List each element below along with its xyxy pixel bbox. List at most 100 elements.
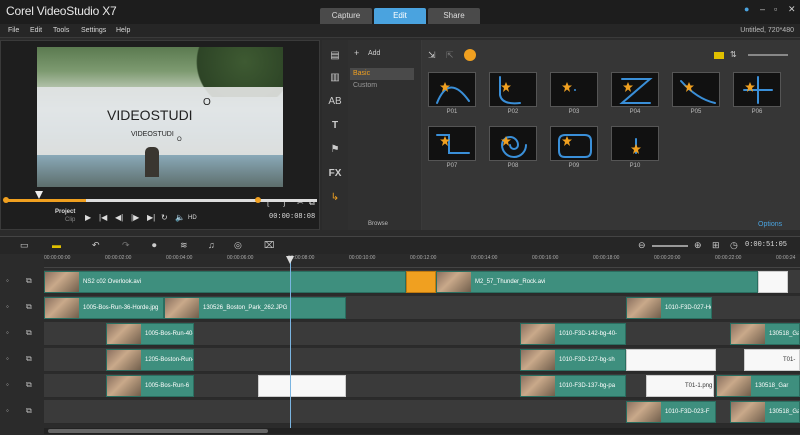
- view-icon[interactable]: [714, 52, 724, 59]
- thumbnail-p06[interactable]: [733, 72, 781, 107]
- volume-icon[interactable]: 🔈: [175, 213, 185, 222]
- minimize-icon[interactable]: –: [760, 4, 765, 14]
- home-icon[interactable]: |◀: [99, 213, 107, 222]
- auto-music-icon[interactable]: ♫: [208, 240, 215, 250]
- path-icon[interactable]: ↳: [327, 192, 343, 206]
- thumbnail-p09[interactable]: [550, 126, 598, 161]
- timeline-clip[interactable]: [406, 271, 436, 293]
- track-type-icon[interactable]: ⧉: [26, 380, 38, 390]
- options-button[interactable]: Options: [758, 221, 782, 228]
- media-icon[interactable]: ▤: [327, 50, 343, 64]
- timeline-track[interactable]: 1010-F3D-023-F 130518_Gar: [44, 400, 800, 424]
- track-visibility-icon[interactable]: ◦: [6, 302, 18, 312]
- timeline-clip[interactable]: T01-: [744, 349, 800, 371]
- timecode[interactable]: 00:00:08:08: [269, 213, 315, 221]
- timeline-clip[interactable]: 1010-F3D-142-bg-40-: [520, 323, 626, 345]
- timeline-track[interactable]: 1005-Bos-Run-36-Horde.jpg 130526_Boston_P…: [44, 296, 800, 320]
- prev-frame-icon[interactable]: ◀|: [115, 213, 123, 222]
- fit-icon[interactable]: ⊞: [712, 240, 720, 251]
- menu-file[interactable]: File: [8, 27, 19, 34]
- timeline-clip[interactable]: T01-1.png: [646, 375, 714, 397]
- title-icon[interactable]: T: [327, 120, 343, 134]
- add-icon[interactable]: +: [354, 48, 359, 58]
- timeline-clip[interactable]: [758, 271, 788, 293]
- repeat-icon[interactable]: ↻: [161, 213, 168, 222]
- motion-icon[interactable]: [464, 49, 476, 61]
- timeline-track[interactable]: 1005-Bos-Run-40- 1010-F3D-142-bg-40- 13051…: [44, 322, 800, 346]
- timeline-clip[interactable]: 1010-F3D-137-bg-pa: [520, 375, 626, 397]
- track-visibility-icon[interactable]: ◦: [6, 328, 18, 338]
- timeline-scrollbar[interactable]: [44, 428, 800, 434]
- thumb-size-slider[interactable]: [748, 54, 788, 56]
- clip-mode[interactable]: Clip: [65, 217, 75, 223]
- tab-capture[interactable]: Capture: [320, 8, 372, 24]
- timeline-clip[interactable]: 130518_Gar: [716, 375, 800, 397]
- menu-tools[interactable]: Tools: [53, 27, 69, 34]
- track-visibility-icon[interactable]: ◦: [6, 354, 18, 364]
- timeline-clip[interactable]: M2_57_Thunder_Rock.avi: [436, 271, 758, 293]
- menu-settings[interactable]: Settings: [81, 27, 106, 34]
- thumbnail-p01[interactable]: [428, 72, 476, 107]
- export-icon[interactable]: ⇱: [446, 50, 454, 61]
- graphic-icon[interactable]: ⚑: [327, 144, 343, 158]
- clock-icon[interactable]: ◷: [730, 240, 738, 251]
- audio-mixer-icon[interactable]: ≋: [180, 240, 188, 251]
- timeline-clip[interactable]: NS2 c02 Overlook.avi: [44, 271, 406, 293]
- menu-edit[interactable]: Edit: [30, 27, 42, 34]
- timeline-clip[interactable]: 1010-F3D-027-Hel: [626, 297, 712, 319]
- timeline-clip[interactable]: [626, 349, 716, 371]
- globe-icon[interactable]: ●: [744, 4, 749, 14]
- browse-button[interactable]: Browse: [368, 221, 388, 227]
- timeline-ruler[interactable]: 00:00:00:00 00:00:02:00 00:00:04:00 00:00:0…: [44, 254, 800, 268]
- import-icon[interactable]: ⇲: [428, 50, 436, 61]
- zoom-out-icon[interactable]: ⊖: [638, 240, 646, 251]
- timeline-clip[interactable]: 130526_Boston_Park_262.JPG: [164, 297, 346, 319]
- thumbnail-p02[interactable]: [489, 72, 537, 107]
- zoom-slider[interactable]: [652, 245, 688, 247]
- thumbnail-p03[interactable]: [550, 72, 598, 107]
- record-icon[interactable]: ⏺: [152, 240, 157, 251]
- split-icon[interactable]: ✂: [297, 198, 304, 207]
- end-icon[interactable]: ▶|: [147, 213, 155, 222]
- hd-label[interactable]: HD: [188, 215, 197, 221]
- thumbnail-p08[interactable]: [489, 126, 537, 161]
- track-type-icon[interactable]: ⧉: [26, 328, 38, 338]
- timeline-clip[interactable]: 1005-Bos-Run-6: [106, 375, 194, 397]
- timeline-clip[interactable]: 130518_Gar: [730, 401, 800, 423]
- storyboard-icon[interactable]: ▭: [20, 240, 29, 251]
- timeline-view-icon[interactable]: ▬: [52, 240, 61, 250]
- timeline-track[interactable]: NS2 c02 Overlook.avi M2_57_Thunder_Rock.a…: [44, 270, 800, 294]
- timeline-clip[interactable]: 1010-F3D-023-F: [626, 401, 716, 423]
- category-basic[interactable]: Basic: [350, 68, 414, 80]
- timeline-clip[interactable]: 130518_Gar: [730, 323, 800, 345]
- timeline-clip[interactable]: 1205-Boston-Run-Brian-: [106, 349, 194, 371]
- add-button[interactable]: Add: [368, 50, 380, 57]
- tab-share[interactable]: Share: [428, 8, 480, 24]
- timeline-clip[interactable]: 1010-F3D-127-bg-sh: [520, 349, 626, 371]
- preview-scrubber[interactable]: [5, 199, 317, 202]
- play-icon[interactable]: ▶: [85, 213, 91, 222]
- timeline-clip[interactable]: [258, 375, 346, 397]
- thumbnail-p07[interactable]: [428, 126, 476, 161]
- timeline-clip[interactable]: 1005-Bos-Run-40-: [106, 323, 194, 345]
- mark-in-icon[interactable]: [: [267, 198, 269, 207]
- fx-icon[interactable]: FX: [327, 168, 343, 182]
- track-type-icon[interactable]: ⧉: [26, 354, 38, 364]
- scrubber-handle[interactable]: [35, 191, 43, 199]
- thumbnail-p04[interactable]: [611, 72, 659, 107]
- track-visibility-icon[interactable]: ◦: [6, 406, 18, 416]
- track-visibility-icon[interactable]: ◦: [6, 276, 18, 286]
- sort-icon[interactable]: ⇅: [730, 50, 737, 59]
- redo-icon[interactable]: ↷: [122, 240, 130, 251]
- instant-project-icon[interactable]: ▥: [327, 72, 343, 86]
- maximize-icon[interactable]: ▫: [774, 4, 777, 14]
- motion-tracking-icon[interactable]: ◎: [234, 240, 242, 251]
- timeline-track[interactable]: 1005-Bos-Run-6 1010-F3D-137-bg-pa T01-1.pn…: [44, 374, 800, 398]
- menu-help[interactable]: Help: [116, 27, 130, 34]
- thumbnail-p05[interactable]: [672, 72, 720, 107]
- category-custom[interactable]: Custom: [353, 82, 377, 89]
- track-type-icon[interactable]: ⧉: [26, 302, 38, 312]
- track-visibility-icon[interactable]: ◦: [6, 380, 18, 390]
- project-mode[interactable]: Project: [55, 209, 75, 215]
- thumbnail-p10[interactable]: [611, 126, 659, 161]
